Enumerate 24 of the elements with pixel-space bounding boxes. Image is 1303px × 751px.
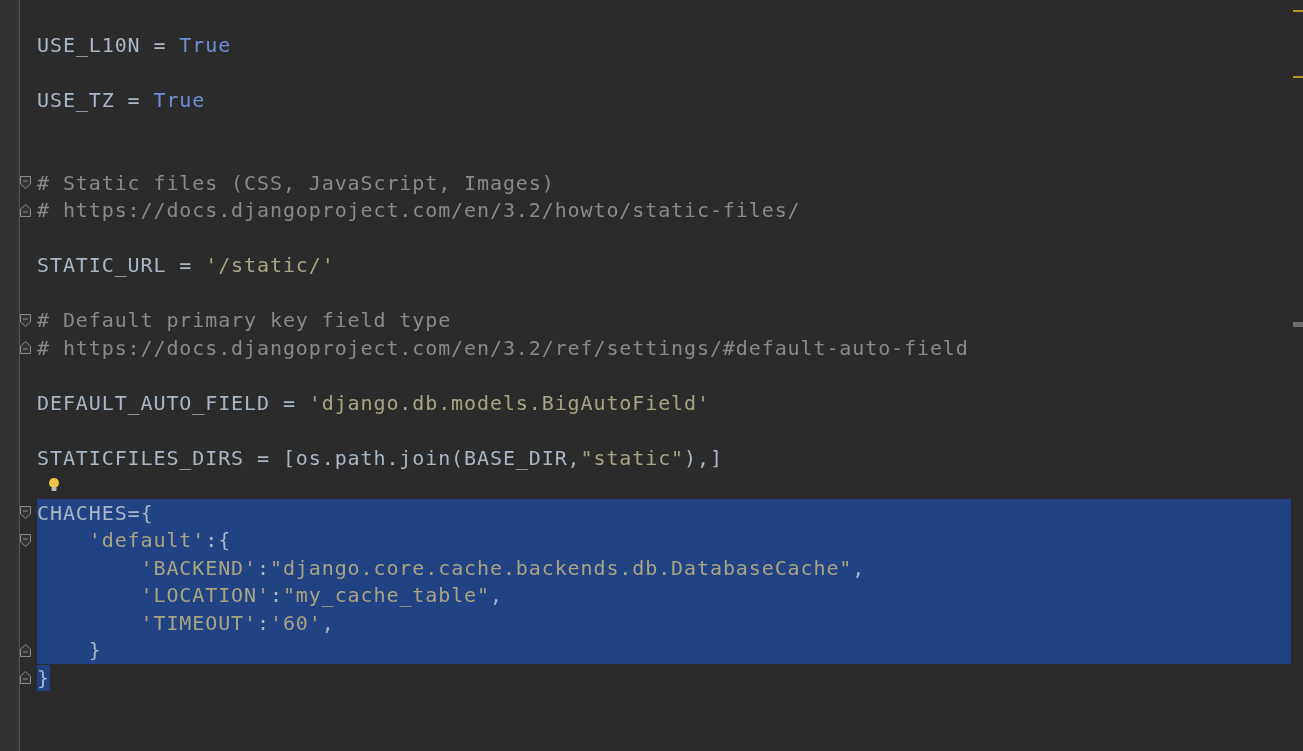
fold-icon[interactable]: [20, 313, 31, 327]
code-line: 'LOCATION':"my_cache_table",: [139, 582, 503, 609]
fold-icon[interactable]: [20, 203, 31, 217]
fold-icon[interactable]: [20, 506, 31, 520]
code-line: STATIC_URL = '/static/': [37, 252, 335, 279]
code-line: 'BACKEND':"django.core.cache.backends.db.DatabaseCache",: [139, 554, 866, 581]
fold-icon[interactable]: [20, 341, 31, 355]
fold-icon[interactable]: [20, 176, 31, 190]
code-line: # https://docs.djangoproject.com/en/3.2/howto/static-files/: [37, 197, 801, 224]
code-line: CHACHES={: [37, 499, 154, 526]
fold-icon[interactable]: [20, 671, 31, 685]
fold-icon[interactable]: [20, 533, 31, 547]
lightbulb-icon[interactable]: [48, 477, 60, 494]
code-line: 'TIMEOUT':'60',: [139, 609, 335, 636]
code-line: USE_TZ = True: [37, 87, 206, 114]
code-line: # Static files (CSS, JavaScript, Images): [37, 169, 555, 196]
code-line: STATICFILES_DIRS = [os.path.join(BASE_DIR,"static"),]: [37, 444, 723, 471]
code-line: # https://docs.djangoproject.com/en/3.2/ref/settings/#default-auto-field: [37, 334, 969, 361]
code-line: }: [87, 637, 102, 664]
code-line: DEFAULT_AUTO_FIELD = 'django.db.models.BigAutoField': [37, 389, 710, 416]
code-line: # Default primary key field type: [37, 307, 452, 334]
fold-icon[interactable]: [20, 643, 31, 657]
code-line: 'default':{: [87, 527, 232, 554]
code-line: USE_L10N = True: [37, 32, 232, 59]
